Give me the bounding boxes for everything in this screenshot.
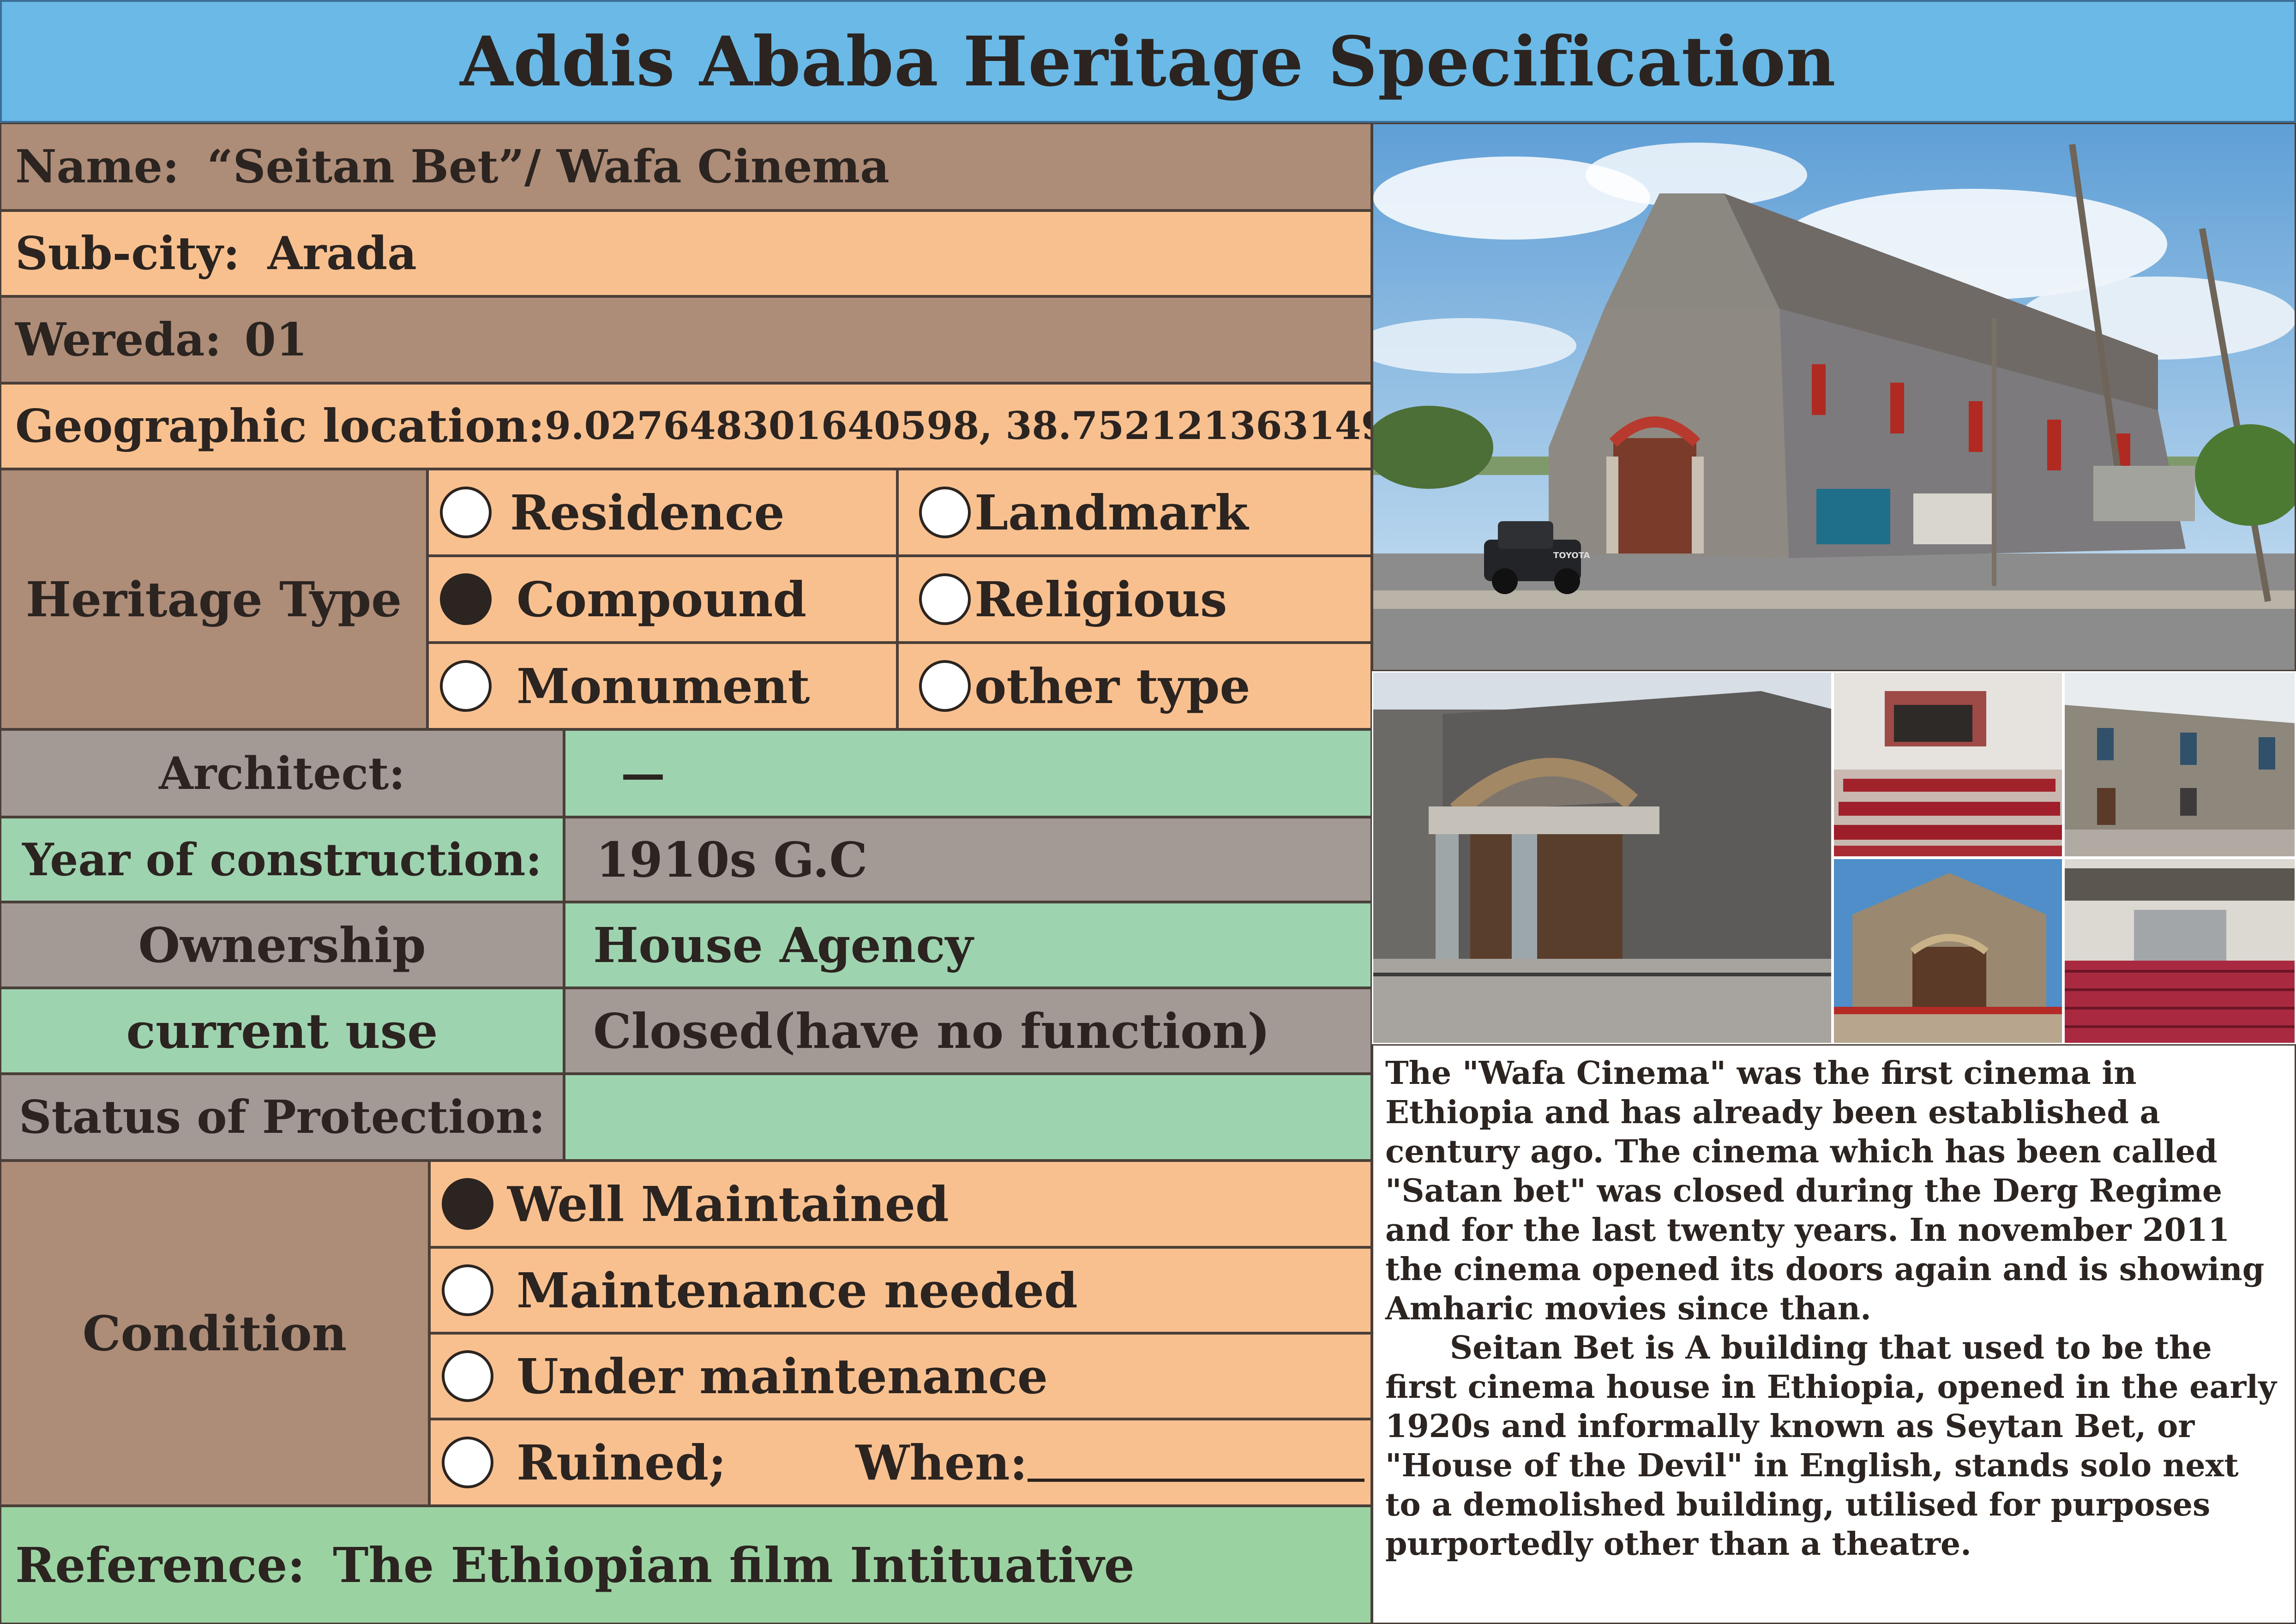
condition-label: Condition xyxy=(82,1305,347,1362)
current-use-value: Closed(have no function) xyxy=(593,1002,1270,1059)
condition-label-cell: Condition xyxy=(0,1161,429,1506)
wereda-value: 01 xyxy=(244,313,307,367)
geo-label: Geographic location: xyxy=(15,399,545,453)
protection-label: Status of Protection: xyxy=(18,1090,546,1144)
architect-value: — xyxy=(621,747,665,800)
ownership-label: Ownership xyxy=(138,916,426,974)
reference-value: The Ethiopian film Intituative xyxy=(332,1536,1135,1594)
radio-empty-icon[interactable] xyxy=(919,487,971,538)
year-label: Year of construction: xyxy=(22,833,542,886)
description-paragraph-1: The "Wafa Cinema" was the first cinema i… xyxy=(1385,1055,2265,1327)
page-title: Addis Ababa Heritage Specification xyxy=(460,21,1836,102)
truck-brand-text: TOYOTA xyxy=(1553,551,1590,560)
name-row: Name: “Seitan Bet”/ Wafa Cinema xyxy=(0,123,1372,211)
current-use-value-cell: Closed(have no function) xyxy=(564,988,1372,1074)
heritage-option-residence[interactable]: Residence xyxy=(427,469,897,556)
year-label-cell: Year of construction: xyxy=(0,817,564,902)
subcity-label: Sub-city: xyxy=(15,227,240,280)
description-box: The "Wafa Cinema" was the first cinema i… xyxy=(1372,1044,2296,1624)
wereda-row: Wereda: 01 xyxy=(0,296,1372,383)
protection-value-cell xyxy=(564,1074,1372,1161)
radio-empty-icon[interactable] xyxy=(440,660,492,712)
year-value: 1910s G.C xyxy=(596,831,868,888)
condition-option-label: Ruined; xyxy=(517,1434,727,1491)
page-title-bar: Addis Ababa Heritage Specification xyxy=(0,0,2296,123)
condition-option-under-maintenance[interactable]: Under maintenance xyxy=(429,1333,1372,1419)
cinema-auditorium-photo xyxy=(2063,858,2296,1044)
cinema-exterior-illustration: TOYOTA xyxy=(1373,124,2295,670)
heritage-option-landmark[interactable]: Landmark xyxy=(897,469,1372,556)
subcity-row: Sub-city: Arada xyxy=(0,211,1372,296)
when-label: When: xyxy=(855,1434,1028,1491)
radio-filled-icon[interactable] xyxy=(440,573,492,625)
cinema-entrance-photo xyxy=(1372,671,1833,1044)
condition-option-ruined[interactable]: Ruined; When: xyxy=(429,1419,1372,1506)
radio-empty-icon[interactable] xyxy=(442,1350,493,1402)
heritage-option-label: Religious xyxy=(974,571,1227,628)
heritage-type-label-cell: Heritage Type xyxy=(0,469,427,729)
heritage-option-label: Landmark xyxy=(974,484,1249,541)
condition-option-maintenance-needed[interactable]: Maintenance needed xyxy=(429,1247,1372,1333)
ownership-label-cell: Ownership xyxy=(0,902,564,988)
cinema-interior-photo xyxy=(1833,671,2063,858)
description-paragraph-2: Seitan Bet is A building that used to be… xyxy=(1385,1329,2277,1563)
when-input[interactable] xyxy=(1028,1443,1365,1482)
condition-option-well-maintained[interactable]: Well Maintained xyxy=(429,1161,1372,1247)
year-value-cell: 1910s G.C xyxy=(564,817,1372,902)
radio-empty-icon[interactable] xyxy=(442,1264,493,1316)
radio-empty-icon[interactable] xyxy=(919,573,971,625)
cinema-entrance-illustration xyxy=(1373,673,1831,1043)
heritage-option-other-type[interactable]: other type xyxy=(897,643,1372,729)
geo-row: Geographic location: 9.027648301640598, … xyxy=(0,383,1372,469)
current-use-label-cell: current use xyxy=(0,988,564,1074)
condition-option-label: Under maintenance xyxy=(517,1347,1048,1405)
subcity-value: Arada xyxy=(267,227,417,280)
cinema-front-facade-photo xyxy=(1833,858,2063,1044)
architect-label-cell: Architect: xyxy=(0,729,564,817)
heritage-option-label: Residence xyxy=(510,484,785,541)
cinema-interior-illustration xyxy=(1834,673,2062,856)
radio-empty-icon[interactable] xyxy=(919,660,971,712)
architect-value-cell: — xyxy=(564,729,1372,817)
heritage-option-religious[interactable]: Religious xyxy=(897,556,1372,643)
cinema-side-wall-photo xyxy=(2063,671,2296,858)
protection-label-cell: Status of Protection: xyxy=(0,1074,564,1161)
condition-option-label: Well Maintained xyxy=(507,1175,949,1233)
cinema-exterior-photo: TOYOTA xyxy=(1372,123,2296,671)
condition-option-label: Maintenance needed xyxy=(517,1262,1078,1319)
radio-filled-icon[interactable] xyxy=(442,1178,493,1230)
heritage-option-monument[interactable]: Monument xyxy=(427,643,897,729)
name-value: “Seitan Bet”/ Wafa Cinema xyxy=(207,140,890,193)
heritage-option-label: Compound xyxy=(517,571,807,628)
wereda-label: Wereda: xyxy=(15,313,222,367)
current-use-label: current use xyxy=(126,1002,438,1059)
geo-value: 9.027648301640598, 38.752121363149215 xyxy=(544,404,1370,448)
heritage-option-compound[interactable]: Compound xyxy=(427,556,897,643)
reference-row: Reference: The Ethiopian film Intituativ… xyxy=(0,1506,1372,1624)
cinema-front-facade-illustration xyxy=(1834,859,2062,1043)
cinema-side-wall-illustration xyxy=(2065,673,2295,856)
ownership-value-cell: House Agency xyxy=(564,902,1372,988)
architect-label: Architect: xyxy=(159,747,405,800)
name-label: Name: xyxy=(15,140,180,193)
radio-empty-icon[interactable] xyxy=(442,1437,493,1488)
radio-empty-icon[interactable] xyxy=(440,487,492,538)
heritage-type-label: Heritage Type xyxy=(25,571,402,628)
cinema-auditorium-illustration xyxy=(2065,859,2295,1043)
heritage-option-label: Monument xyxy=(517,657,810,715)
reference-label: Reference: xyxy=(15,1536,305,1594)
ownership-value: House Agency xyxy=(593,916,974,974)
heritage-option-label: other type xyxy=(974,657,1250,715)
